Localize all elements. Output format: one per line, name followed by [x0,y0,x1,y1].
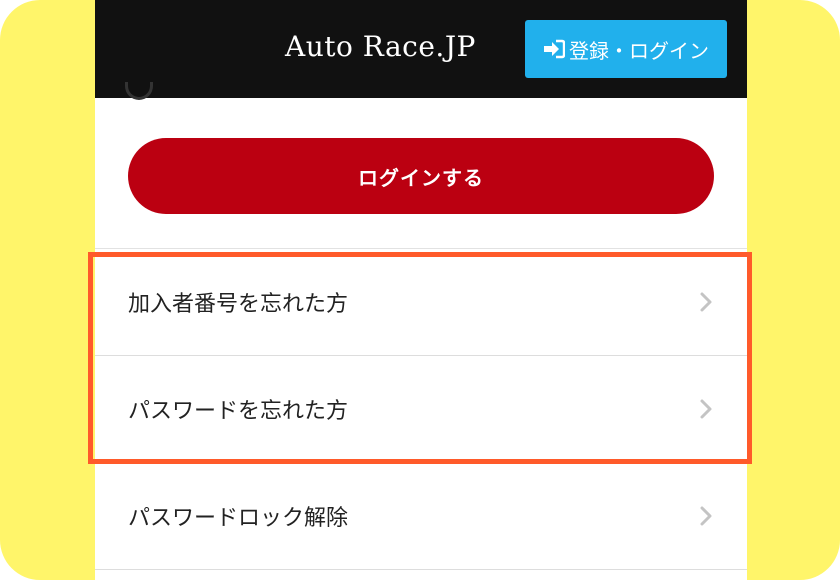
menu-item-label: パスワードを忘れた方 [128,399,349,424]
help-menu-list: 加入者番号を忘れた方 パスワードを忘れた方 パスワードロック解除 [95,249,747,570]
menu-item-unlock-password[interactable]: パスワードロック解除 [95,463,747,570]
site-header: Auto Race.JP 登録・ログイン [95,0,747,98]
phone-screen: Auto Race.JP 登録・ログイン ログインする 加入者番号を忘れた方 パ… [95,0,747,580]
site-logo[interactable]: Auto Race.JP [285,30,476,63]
yellow-frame: Auto Race.JP 登録・ログイン ログインする 加入者番号を忘れた方 パ… [0,0,840,580]
menu-item-label: 加入者番号を忘れた方 [128,292,349,317]
menu-item-forgot-password[interactable]: パスワードを忘れた方 [95,356,747,463]
menu-item-label: パスワードロック解除 [128,506,349,531]
register-login-label: 登録・ログイン [569,38,709,63]
chevron-right-icon [699,505,713,531]
chevron-right-icon [699,291,713,317]
menu-item-forgot-member-number[interactable]: 加入者番号を忘れた方 [95,249,747,356]
register-login-button[interactable]: 登録・ログイン [525,20,727,78]
login-submit-button[interactable]: ログインする [128,138,714,214]
chevron-right-icon [699,398,713,424]
sign-in-icon [543,39,565,59]
